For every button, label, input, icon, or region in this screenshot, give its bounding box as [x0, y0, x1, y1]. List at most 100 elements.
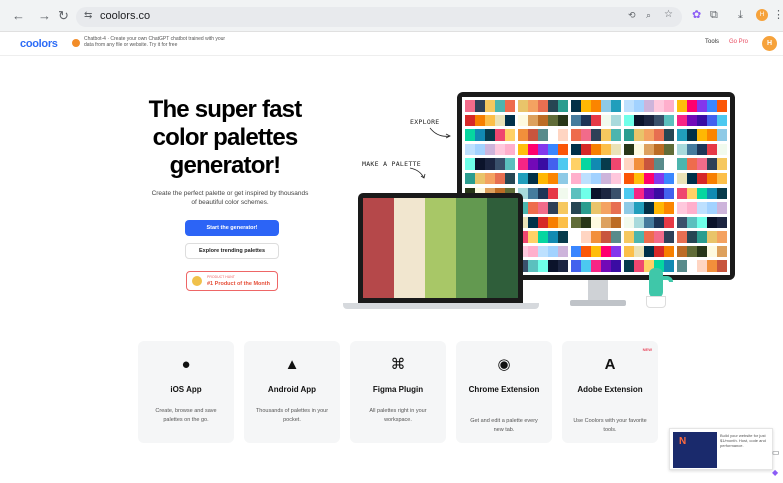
palette-swatch: [687, 216, 697, 229]
palette-swatch: [538, 245, 548, 258]
palette-swatch: [538, 114, 548, 127]
card-description: Use Coolors with your favorite tools.: [573, 418, 647, 433]
palette-swatch: [687, 187, 697, 200]
palette-swatch: [717, 100, 727, 112]
palette-swatch: [644, 158, 654, 170]
card-description: Create, browse and save palettes on the …: [155, 408, 217, 423]
palette-swatch: [697, 260, 707, 272]
mini-palette: [518, 260, 568, 272]
palette-swatch: [495, 158, 505, 170]
address-bar[interactable]: ⇆ coolors.co ⟲ ⌕ ☆: [76, 7, 682, 27]
palette-swatch: [558, 129, 568, 141]
side-extension-icon[interactable]: ◆: [772, 468, 778, 477]
palette-swatch: [591, 216, 601, 229]
palette-swatch: [581, 158, 591, 170]
palette-swatch: [697, 129, 707, 141]
palette-swatch: [624, 202, 634, 214]
palette-swatch: [707, 231, 717, 243]
coolors-logo[interactable]: coolors: [20, 38, 58, 50]
mini-palette: [624, 245, 674, 258]
palette-swatch: [697, 231, 707, 243]
palette-swatch: [717, 114, 727, 127]
palette-swatch: [644, 100, 654, 112]
palette-swatch: [558, 143, 568, 156]
card-chrome-extension[interactable]: ◉ Chrome Extension Get and edit a palett…: [456, 341, 552, 443]
palette-swatch: [707, 216, 717, 229]
palette-swatch: [624, 129, 634, 141]
mini-palette: [677, 231, 727, 243]
nav-go-pro[interactable]: Go Pro: [729, 39, 748, 45]
star-icon[interactable]: ☆: [664, 9, 673, 20]
monitor-base: [570, 300, 626, 306]
download-icon[interactable]: ⤓: [738, 8, 743, 22]
palette-swatch: [624, 158, 634, 170]
palette-swatch: [538, 260, 548, 272]
badge-label: #1 Product of the Month: [207, 281, 270, 287]
palette-swatch: [485, 100, 495, 112]
figma-icon: ⌘: [390, 356, 406, 373]
palette-swatch: [558, 231, 568, 243]
card-android-app[interactable]: ▲ Android App Thousands of palettes in y…: [244, 341, 340, 443]
side-panel-icon[interactable]: ▭: [772, 448, 780, 457]
forward-icon[interactable]: →: [38, 9, 51, 23]
palette-swatch: [495, 143, 505, 156]
translate-icon[interactable]: ⟲: [628, 10, 636, 21]
palette-swatch: [634, 216, 644, 229]
extension-icon[interactable]: ✿: [692, 8, 701, 22]
palette-swatch: [707, 202, 717, 214]
mini-palette: [518, 143, 568, 156]
mini-palette: [677, 202, 727, 214]
palette-swatch: [611, 216, 621, 229]
mini-palette: [624, 114, 674, 127]
nav-tools[interactable]: Tools: [705, 39, 719, 45]
palette-swatch: [654, 143, 664, 156]
palette-swatch: [611, 158, 621, 170]
avatar[interactable]: H: [762, 36, 777, 51]
mini-palette: [465, 100, 515, 112]
url-text[interactable]: coolors.co: [100, 10, 150, 22]
palette-swatch: [558, 187, 568, 200]
card-ios-app[interactable]: ● iOS App Create, browse and save palett…: [138, 341, 234, 443]
palette-swatch: [624, 114, 634, 127]
profile-avatar[interactable]: H: [756, 9, 768, 21]
card-figma-plugin[interactable]: ⌘ Figma Plugin All palettes right in you…: [350, 341, 446, 443]
product-hunt-badge[interactable]: PRODUCT HUNT #1 Product of the Month: [186, 271, 278, 291]
card-adobe-extension[interactable]: NEW A Adobe Extension Use Coolors with y…: [562, 341, 658, 443]
palette-swatch: [654, 202, 664, 214]
reload-icon[interactable]: ↻: [58, 9, 69, 23]
ad-banner[interactable]: N Build your website for just $1/month. …: [669, 428, 773, 470]
page-title: The super fast color palettes generator!: [148, 96, 303, 179]
mini-palette: [677, 245, 727, 258]
site-info-icon[interactable]: ⇆: [84, 10, 92, 21]
palette-swatch: [591, 202, 601, 214]
promo-icon: [72, 39, 80, 47]
card-description: Get and edit a palette every new tab.: [470, 418, 538, 433]
palette-swatch: [707, 143, 717, 156]
promo-banner[interactable]: Chatbot-4 · Create your own ChatGPT chat…: [84, 36, 234, 48]
palette-swatch: [664, 245, 674, 258]
palette-swatch: [654, 231, 664, 243]
palette-swatch: [644, 172, 654, 185]
palette-swatch: [581, 187, 591, 200]
puzzle-icon[interactable]: ⧉: [710, 8, 718, 22]
palette-swatch: [485, 172, 495, 185]
palette-swatch: [687, 100, 697, 112]
palette-swatch: [644, 114, 654, 127]
palette-swatch: [654, 158, 664, 170]
palette-swatch: [465, 158, 475, 170]
mini-palette: [571, 129, 621, 141]
back-icon[interactable]: ←: [12, 9, 25, 23]
zoom-icon[interactable]: ⌕: [646, 10, 651, 21]
menu-icon[interactable]: ⋮: [773, 8, 783, 22]
palette-swatch: [611, 100, 621, 112]
explore-palettes-button[interactable]: Explore trending palettes: [185, 243, 279, 259]
mini-palette: [571, 245, 621, 258]
card-title: Figma Plugin: [372, 385, 424, 394]
palette-swatch: [548, 114, 558, 127]
palette-swatch: [644, 187, 654, 200]
arrow-make-icon: [409, 167, 426, 179]
mini-palette: [571, 158, 621, 170]
palette-swatch: [634, 260, 644, 272]
palette-swatch: [707, 114, 717, 127]
start-generator-button[interactable]: Start the generator!: [185, 220, 279, 236]
